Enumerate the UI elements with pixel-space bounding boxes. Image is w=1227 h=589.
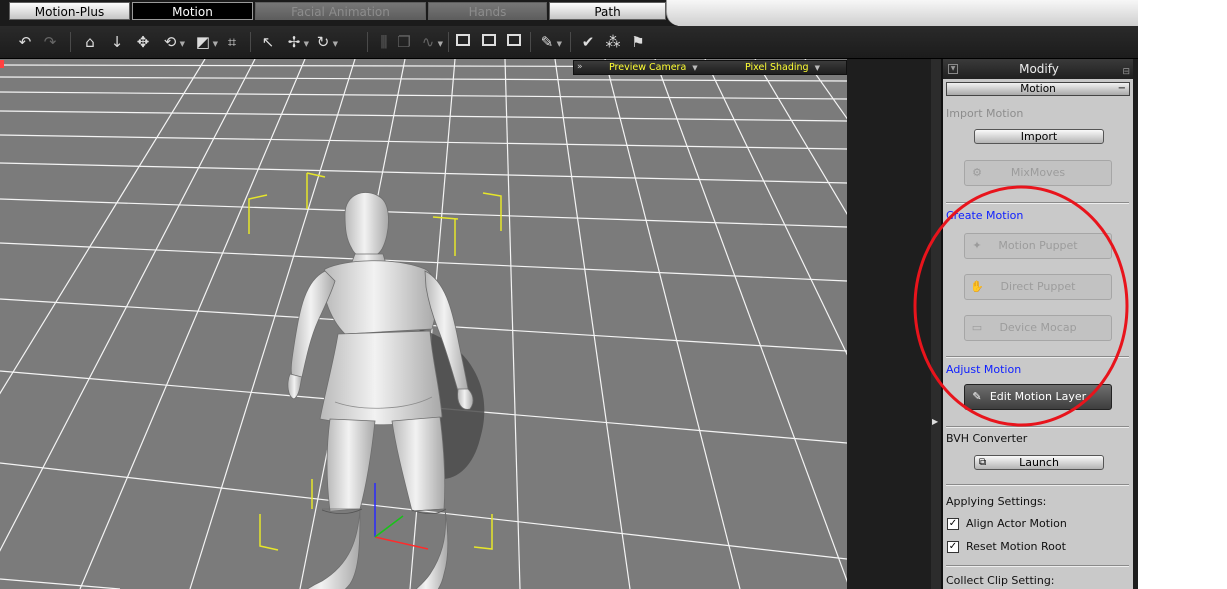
import-button[interactable]: Import (974, 129, 1104, 144)
camera-icon[interactable] (482, 34, 496, 46)
crowd-icon[interactable]: ⁂ (603, 32, 623, 52)
copy-icon[interactable]: ❐ (394, 32, 414, 52)
fit-icon[interactable] (507, 34, 521, 46)
graph-icon[interactable]: ∿ ▼ (418, 32, 443, 52)
device-mocap-button[interactable]: ▭ Device Mocap (964, 315, 1112, 341)
tab-motion[interactable]: Motion (132, 2, 253, 20)
panel-collapse-strip[interactable]: ▶ (931, 59, 941, 589)
align-icon[interactable]: ⫼ (374, 32, 394, 52)
panel-title: Modify (1019, 62, 1059, 76)
reset-motion-root-label: Reset Motion Root (966, 540, 1066, 553)
tab-path[interactable]: Path (549, 2, 666, 20)
scene-canvas[interactable] (0, 59, 847, 589)
launch-icon: ⧉ (979, 457, 987, 468)
transform-icon[interactable]: ✢ ▼ (284, 32, 309, 52)
mode-tab-strip: Motion-Plus Motion Facial Animation Hand… (0, 0, 1138, 26)
application-window: Motion-Plus Motion Facial Animation Hand… (0, 0, 1138, 589)
modify-panel: ▼ Modify ⊟ Motion − Import Motion Import… (941, 59, 1133, 589)
brush-icon[interactable]: ✎ ▼ (537, 32, 562, 52)
redo-icon[interactable]: ↷ (40, 32, 60, 52)
create-motion-heading: Create Motion (946, 209, 1024, 222)
align-actor-motion-checkbox[interactable]: ✓ (947, 518, 959, 530)
running-figure-icon: ✦ (972, 239, 982, 252)
minimize-icon[interactable]: ⊟ (1122, 62, 1130, 82)
window-icon[interactable] (456, 34, 470, 46)
import-motion-heading: Import Motion (946, 107, 1024, 120)
scale-icon[interactable]: ◩ ▼ (193, 32, 218, 52)
viewport-marker (0, 60, 4, 68)
collapse-arrow-icon[interactable]: ▶ (932, 417, 938, 426)
select-icon[interactable]: ↖ (258, 32, 278, 52)
hand-icon: ✋ (970, 280, 984, 293)
preview-camera-dropdown[interactable]: Preview Camera ▼ (609, 61, 698, 75)
mixmoves-button[interactable]: ⚙ MixMoves (964, 160, 1112, 186)
3d-viewport[interactable] (0, 59, 847, 589)
move-down-icon[interactable]: ↓ (107, 32, 127, 52)
bvh-converter-heading: BVH Converter (946, 432, 1028, 445)
pixel-shading-dropdown[interactable]: Pixel Shading ▼ (745, 61, 820, 75)
pencil-icon: ✎ (972, 390, 982, 403)
undo-icon[interactable]: ↶ (15, 32, 35, 52)
move-icon[interactable]: ✥ (133, 32, 153, 52)
rotate-icon[interactable]: ⟲ ▼ (160, 32, 185, 52)
motion-puppet-button[interactable]: ✦ Motion Puppet (964, 233, 1112, 259)
tab-facial-animation[interactable]: Facial Animation (255, 2, 426, 20)
mixmoves-icon: ⚙ (972, 166, 982, 179)
collapse-minus-icon[interactable]: − (1118, 83, 1126, 95)
tab-hands[interactable]: Hands (428, 2, 547, 20)
orbit-icon[interactable]: ↻ ▼ (313, 32, 338, 52)
pin-icon[interactable]: ▼ (948, 64, 958, 74)
home-icon[interactable]: ⌂ (80, 32, 100, 52)
edit-motion-layer-button[interactable]: ✎ Edit Motion Layer (964, 384, 1112, 410)
mocap-device-icon: ▭ (971, 321, 983, 334)
panel-header: ▼ Modify ⊟ (943, 59, 1133, 79)
viewport-header: » Preview Camera ▼ Pixel Shading ▼ (573, 60, 847, 75)
frame-icon[interactable]: ⌗ (222, 32, 242, 52)
expand-arrow-icon[interactable]: » (577, 61, 583, 74)
tab-motion-plus[interactable]: Motion-Plus (9, 2, 130, 20)
applying-settings-heading: Applying Settings: (946, 495, 1047, 508)
motion-rollout[interactable]: Motion − (946, 82, 1130, 96)
main-toolbar: ↶ ↷ ⌂ ↓ ✥ ⟲ ▼ ◩ ▼ ⌗ ↖ ✢ ▼ ↻ ▼ ⫼ ❐ ∿ ▼ ✎ ▼ ✔ ⁂ … (0, 26, 1138, 59)
flag-icon[interactable]: ⚑ (628, 32, 648, 52)
check-icon[interactable]: ✔ (578, 32, 598, 52)
chevron-down-icon: ▼ (692, 64, 698, 72)
direct-puppet-button[interactable]: ✋ Direct Puppet (964, 274, 1112, 300)
chevron-down-icon: ▼ (814, 64, 820, 72)
adjust-motion-heading: Adjust Motion (946, 363, 1022, 376)
align-actor-motion-label: Align Actor Motion (966, 517, 1067, 530)
launch-button[interactable]: ⧉ Launch (974, 455, 1104, 470)
collect-clip-setting-heading: Collect Clip Setting: (946, 574, 1055, 587)
reset-motion-root-checkbox[interactable]: ✓ (947, 541, 959, 553)
